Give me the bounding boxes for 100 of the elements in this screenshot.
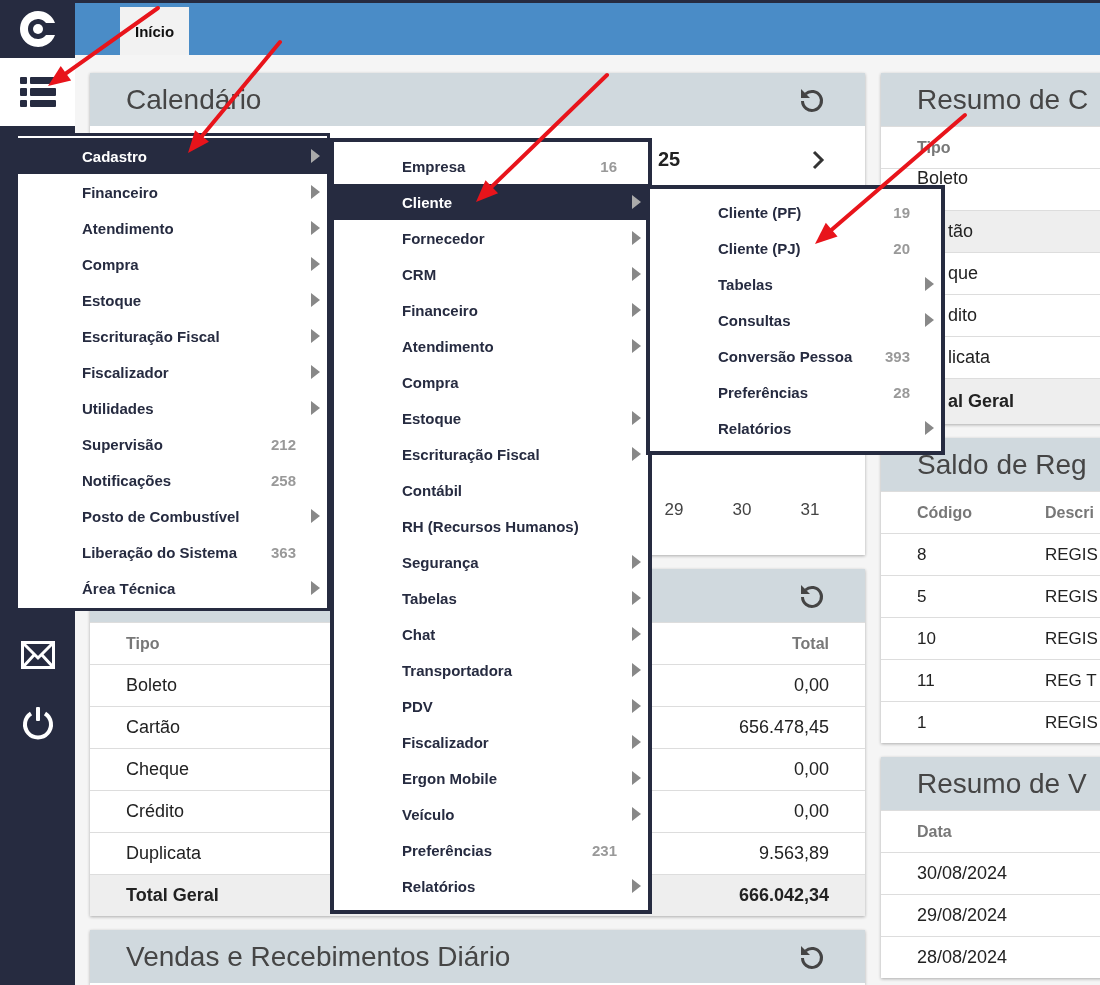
menu-item[interactable]: Compra [334, 364, 648, 400]
menu-item-label: Liberação do Sistema [82, 543, 239, 561]
month-label: 25 [658, 148, 682, 171]
next-chevron-icon[interactable] [811, 149, 825, 170]
table-cell: 0,00 [793, 675, 829, 696]
menu-item[interactable]: Atendimento [18, 210, 327, 246]
menu-item-label: Atendimento [402, 337, 495, 355]
table-cell: REG T [1045, 670, 1097, 691]
table-cell: REGIS [1045, 544, 1098, 565]
menu-item[interactable]: Conversão Pessoa 393 [650, 338, 941, 374]
table-cell: que [948, 263, 979, 284]
calendar-day[interactable]: 30 [732, 500, 752, 519]
menu-item-label: Estoque [402, 409, 463, 427]
table-cell: 8 [917, 544, 927, 565]
home-tab[interactable]: Início [120, 7, 190, 55]
menu-item-label: Empresa [402, 157, 467, 175]
menu-item-label: Fornecedor [402, 229, 486, 247]
menu-item-label: Compra [82, 255, 140, 273]
menu-item-label: RH (Recursos Humanos) [402, 517, 580, 535]
power-icon[interactable] [20, 706, 55, 740]
menu-item[interactable]: Supervisão 212 [18, 426, 327, 462]
menu-item[interactable]: Notificações 258 [18, 462, 327, 498]
table-cell: 1 [917, 712, 927, 733]
menu-item[interactable]: Tabelas [334, 580, 648, 616]
menu-item[interactable]: PDV [334, 688, 648, 724]
menu-item[interactable]: Tabelas [650, 266, 941, 302]
table-cell: REGIS [1045, 586, 1098, 607]
menu-item[interactable]: Compra [18, 246, 327, 282]
menu-item[interactable]: Cliente [334, 184, 648, 220]
menu-item-label: Cliente (PJ) [718, 239, 802, 257]
menu-item-label: Veículo [402, 805, 456, 823]
envelope-icon[interactable] [20, 641, 55, 669]
column-header: Código [917, 503, 973, 522]
table-cell: 11 [917, 670, 935, 691]
refresh-icon[interactable] [799, 86, 825, 113]
menu-item[interactable]: Chat [334, 616, 648, 652]
menu-item-label: Chat [402, 625, 437, 643]
menu-item-label: PDV [402, 697, 434, 715]
menu-item-label: Ergon Mobile [402, 769, 498, 787]
menu-item-label: Área Técnica [82, 579, 177, 597]
table-cell: 0,00 [793, 759, 829, 780]
menu-item-label: Notificações [82, 471, 173, 489]
menu-item-label: Transportadora [402, 661, 514, 679]
menu-item[interactable]: RH (Recursos Humanos) [334, 508, 648, 544]
refresh-icon[interactable] [799, 582, 825, 609]
panel-title: Resumo de C [917, 83, 1090, 116]
menu-item[interactable]: Área Técnica [18, 570, 327, 606]
menu-item-label: Conversão Pessoa [718, 347, 854, 365]
panel-title: Resumo de V [917, 767, 1088, 800]
item-count: 258 [270, 471, 296, 489]
menu-item[interactable]: Consultas [650, 302, 941, 338]
menu-item[interactable]: Veículo [334, 796, 648, 832]
menu-item[interactable]: Cliente (PF) 19 [650, 194, 941, 230]
menu-item[interactable]: Liberação do Sistema 363 [18, 534, 327, 570]
menu-item-label: Compra [402, 373, 460, 391]
menu-item[interactable]: Relatórios [650, 410, 941, 446]
table-cell: 30/08/2024 [917, 863, 1008, 884]
refresh-icon[interactable] [799, 943, 825, 970]
table-cell: 10 [917, 628, 936, 649]
table-cell: Cartão [126, 717, 181, 738]
menu-item-label: Escrituração Fiscal [82, 327, 221, 345]
menu-item-label: Supervisão [82, 435, 164, 453]
menu-item[interactable]: Cliente (PJ) 20 [650, 230, 941, 266]
menu-item[interactable]: Empresa 16 [334, 148, 648, 184]
calendar-day[interactable]: 31 [800, 500, 820, 519]
menu-item[interactable]: Preferências 28 [650, 374, 941, 410]
menu-item[interactable]: Ergon Mobile [334, 760, 648, 796]
menu-item[interactable]: Segurança [334, 544, 648, 580]
table-cell: dito [948, 305, 978, 326]
table-cell: 29/08/2024 [917, 905, 1008, 926]
menu-item-label: Fiscalizador [402, 733, 490, 751]
menu-item[interactable]: Financeiro [18, 174, 327, 210]
menu-icon[interactable] [19, 77, 56, 107]
calendar-day[interactable]: 29 [664, 500, 684, 519]
menu-item[interactable]: Fiscalizador [334, 724, 648, 760]
panel-title: Vendas e Recebimentos Diário [126, 940, 512, 973]
menu-item[interactable]: Estoque [18, 282, 327, 318]
table-cell: 28/08/2024 [917, 947, 1008, 968]
table-cell: 5 [917, 586, 927, 607]
menu-item-label: Estoque [82, 291, 143, 309]
menu-item-label: Relatórios [402, 877, 477, 895]
menu-item[interactable]: Preferências 231 [334, 832, 648, 868]
menu-item[interactable]: Escrituração Fiscal [18, 318, 327, 354]
menu-item-label: Cliente (PF) [718, 203, 803, 221]
table-cell: 0,00 [793, 801, 829, 822]
menu-item-label: Atendimento [82, 219, 175, 237]
menu-item[interactable]: Fiscalizador [18, 354, 327, 390]
menu-item[interactable]: Relatórios [334, 868, 648, 904]
menu-item[interactable]: Cadastro [18, 138, 327, 174]
menu-item-label: Segurança [402, 553, 480, 571]
menu-item[interactable]: Contábil [334, 472, 648, 508]
menu-item-label: Utilidades [82, 399, 155, 417]
menu-item[interactable]: Utilidades [18, 390, 327, 426]
menu-item[interactable]: Posto de Combustível [18, 498, 327, 534]
menu-item-label: Financeiro [402, 301, 479, 319]
menu-item[interactable]: Transportadora [334, 652, 648, 688]
table-cell: Total Geral [126, 885, 219, 906]
item-count: 212 [270, 435, 296, 453]
column-header: Data [917, 822, 952, 841]
table-cell: Boleto [917, 169, 969, 188]
